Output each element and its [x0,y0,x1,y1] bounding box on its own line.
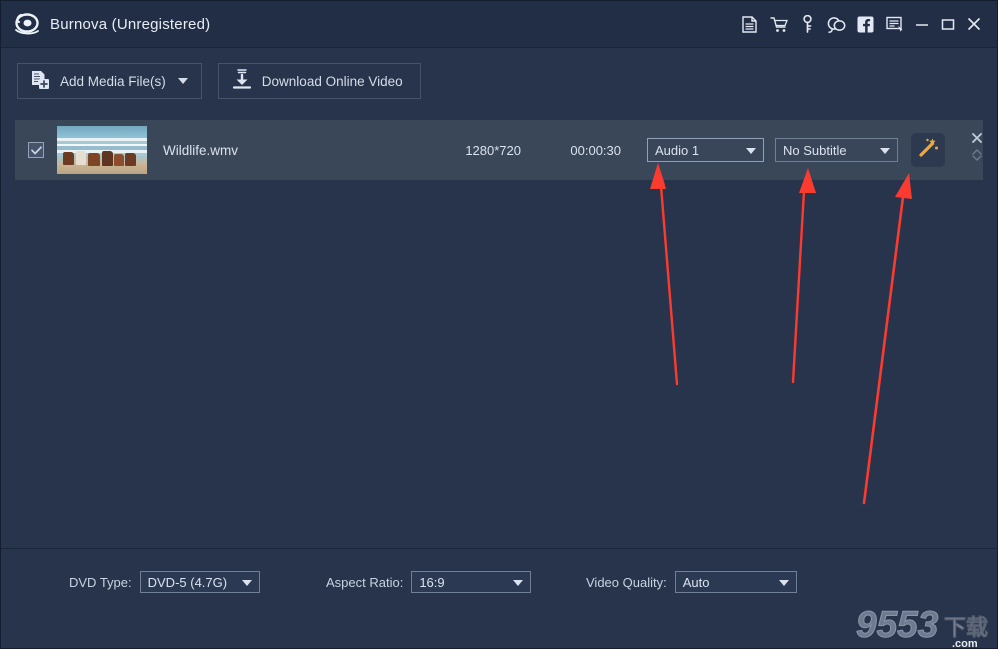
remove-row-icon[interactable] [972,133,982,146]
subtitle-value: No Subtitle [783,142,847,158]
feedback-icon[interactable] [880,9,909,39]
add-media-button[interactable]: Add Media File(s) [17,63,202,99]
download-icon [232,69,252,93]
file-duration: 00:00:30 [570,142,621,158]
dvd-type-setting: DVD Type: DVD-5 (4.7G) [69,571,260,593]
key-icon[interactable] [793,9,822,39]
chevron-down-icon [778,580,789,586]
file-plus-icon [31,70,50,93]
video-quality-setting: Video Quality: Auto [586,571,797,593]
maximize-icon[interactable] [935,9,961,39]
chevron-down-icon [880,148,890,154]
magic-wand-icon [918,137,939,163]
download-online-video-label: Download Online Video [261,73,403,89]
close-icon[interactable] [961,9,987,39]
dvd-type-label: DVD Type: [69,574,132,590]
download-online-video-button[interactable]: Download Online Video [217,63,421,99]
bottom-settings-bar: DVD Type: DVD-5 (4.7G) Aspect Ratio: 16:… [1,549,997,648]
arrow-to-subtitle-select [791,168,816,384]
up-down-chevron-icon[interactable] [971,148,983,167]
file-resolution: 1280*720 [465,142,521,158]
title-bar: Burnova (Unregistered) [1,1,997,48]
edit-video-button[interactable] [911,133,945,167]
app-title: Burnova (Unregistered) [50,15,211,33]
chevron-down-icon [513,580,524,586]
video-quality-select[interactable]: Auto [674,571,797,593]
chevron-down-icon [241,580,252,586]
row-checkbox[interactable] [28,142,44,158]
facebook-icon[interactable] [851,9,880,39]
table-row[interactable]: Wildlife.wmv 1280*720 00:00:30 Audio 1 N… [15,120,983,180]
dvd-type-value: DVD-5 (4.7G) [147,574,228,590]
subtitle-select[interactable]: No Subtitle [775,138,898,162]
file-name: Wildlife.wmv [163,142,239,158]
title-bar-icons [735,9,987,39]
aspect-ratio-label: Aspect Ratio: [326,574,404,590]
audio-track-select[interactable]: Audio 1 [647,138,764,162]
dvd-type-select[interactable]: DVD-5 (4.7G) [139,571,260,593]
arrow-to-edit-button [862,173,912,505]
aspect-ratio-value: 16:9 [419,574,445,590]
video-thumbnail [57,126,147,174]
burnova-disc-logo-icon [15,13,39,35]
chevron-down-icon [746,148,756,154]
row-controls [967,133,987,167]
file-list: Wildlife.wmv 1280*720 00:00:30 Audio 1 N… [15,120,983,180]
minimize-icon[interactable] [909,9,935,39]
burnova-window: Burnova (Unregistered) Add Media File(s)… [0,0,998,649]
cart-icon[interactable] [764,9,793,39]
add-media-label: Add Media File(s) [60,73,166,89]
document-icon[interactable] [735,9,764,39]
aspect-ratio-select[interactable]: 16:9 [411,571,532,593]
aspect-ratio-setting: Aspect Ratio: 16:9 [326,571,532,593]
video-quality-value: Auto [682,574,710,590]
chat-icon[interactable] [822,9,851,39]
video-quality-label: Video Quality: [586,574,667,590]
chevron-down-icon[interactable] [177,78,188,84]
toolbar: Add Media File(s) Download Online Video [1,49,997,113]
arrow-to-audio-select [650,163,679,386]
audio-track-value: Audio 1 [655,142,700,158]
